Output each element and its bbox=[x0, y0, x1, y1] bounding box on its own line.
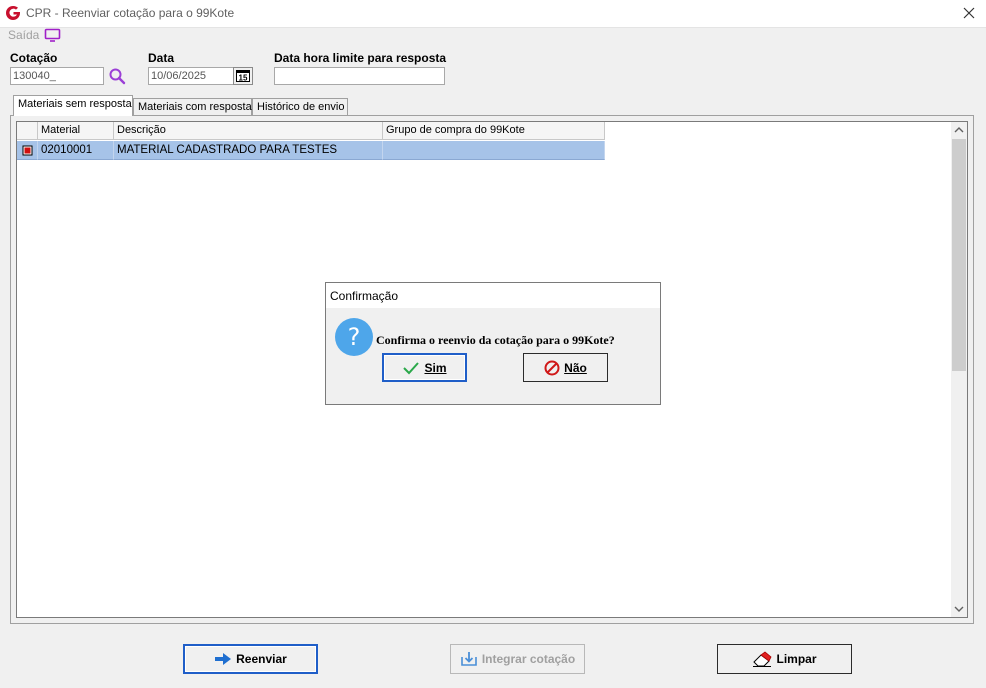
limite-input[interactable] bbox=[274, 67, 445, 85]
col-header-grupo[interactable]: Grupo de compra do 99Kote bbox=[383, 122, 605, 140]
table-row-grupo[interactable] bbox=[383, 141, 605, 160]
menu-saida[interactable]: Saída bbox=[8, 28, 39, 42]
sim-button-label: Sim bbox=[424, 360, 447, 375]
svg-text:15: 15 bbox=[239, 74, 248, 83]
scrollbar-thumb[interactable] bbox=[952, 139, 966, 371]
sim-button[interactable]: Sim bbox=[382, 353, 467, 382]
row-indicator[interactable] bbox=[17, 141, 38, 160]
window-title: CPR - Reenviar cotação para o 99Kote bbox=[26, 6, 235, 20]
search-icon[interactable] bbox=[108, 67, 126, 85]
integrar-cotacao-button[interactable]: Integrar cotação bbox=[450, 644, 585, 674]
data-label: Data bbox=[148, 51, 175, 65]
table-row-material[interactable]: 02010001 bbox=[38, 141, 114, 160]
no-entry-icon bbox=[544, 360, 560, 375]
tab-historico-envio[interactable]: Histórico de envio bbox=[252, 98, 348, 116]
check-icon bbox=[403, 361, 420, 374]
integrar-label: Integrar cotação bbox=[481, 652, 576, 666]
reenviar-button[interactable]: Reenviar bbox=[183, 644, 318, 674]
dialog-message: Confirma o reenvio da cotação para o 99K… bbox=[376, 333, 615, 347]
scroll-up-icon[interactable] bbox=[952, 124, 966, 136]
download-tray-icon bbox=[461, 652, 477, 666]
cotacao-input[interactable]: 130040_ bbox=[10, 67, 104, 85]
monitor-icon[interactable] bbox=[44, 28, 61, 42]
grid-indicator-header bbox=[17, 122, 38, 140]
question-icon: ? bbox=[335, 318, 373, 356]
limite-label: Data hora limite para resposta bbox=[274, 51, 447, 65]
nao-button[interactable]: Não bbox=[523, 353, 608, 382]
reenviar-label: Reenviar bbox=[236, 652, 287, 666]
col-header-material[interactable]: Material bbox=[38, 122, 114, 140]
limpar-button[interactable]: Limpar bbox=[717, 644, 852, 674]
tab-materiais-sem-resposta[interactable]: Materiais sem resposta bbox=[13, 95, 133, 116]
close-icon[interactable] bbox=[960, 4, 978, 22]
nao-button-label: Não bbox=[564, 360, 587, 375]
eraser-icon bbox=[753, 651, 772, 667]
cotacao-label: Cotação bbox=[10, 51, 58, 65]
record-indicator-icon bbox=[22, 145, 33, 156]
svg-text:?: ? bbox=[348, 323, 361, 351]
app-logo-icon bbox=[6, 5, 20, 21]
calendar-button[interactable]: 15 bbox=[233, 67, 253, 85]
col-header-descricao[interactable]: Descrição bbox=[114, 122, 383, 140]
data-input[interactable]: 10/06/2025 bbox=[148, 67, 234, 85]
table-row-descricao[interactable]: MATERIAL CADASTRADO PARA TESTES bbox=[114, 141, 383, 160]
arrow-right-icon bbox=[215, 653, 232, 665]
limpar-label: Limpar bbox=[776, 652, 817, 666]
scroll-down-icon[interactable] bbox=[952, 603, 966, 615]
tab-materiais-com-resposta[interactable]: Materiais com resposta bbox=[133, 98, 252, 116]
calendar-icon: 15 bbox=[236, 70, 250, 83]
dialog-title: Confirmação bbox=[330, 289, 399, 303]
